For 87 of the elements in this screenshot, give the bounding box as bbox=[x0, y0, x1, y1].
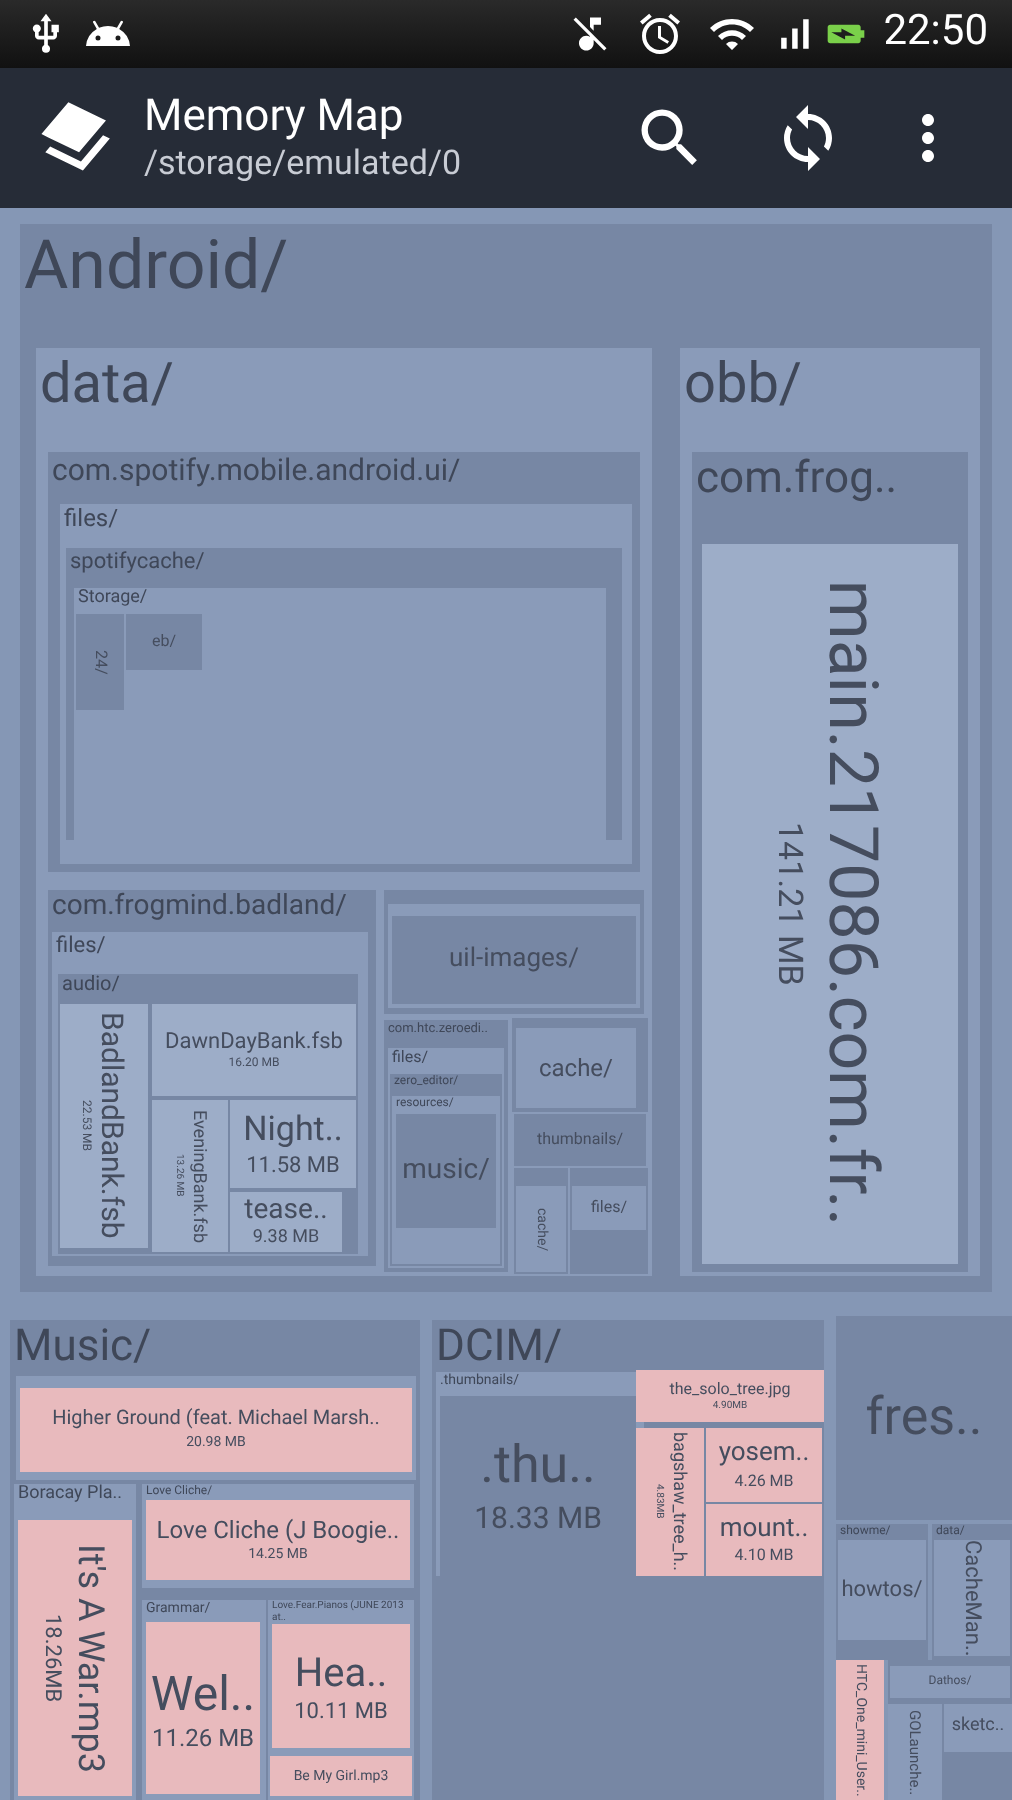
file-size: 9.38 MB bbox=[252, 1228, 320, 1251]
folder-label: .thu.. bbox=[480, 1434, 596, 1500]
file-name: Love Cliche (J Boogie.. bbox=[156, 1516, 400, 1547]
file-name: BadlandBank.fsb bbox=[92, 1012, 131, 1240]
alarm-icon bbox=[635, 10, 684, 58]
folder-tile[interactable]: files/ bbox=[572, 1186, 646, 1230]
folder-label: DCIM/ bbox=[436, 1320, 563, 1373]
folder-label: eb/ bbox=[151, 632, 177, 652]
folder-tile[interactable]: 24/ bbox=[76, 614, 124, 710]
folder-label: files/ bbox=[64, 504, 119, 534]
folder-tile[interactable]: music/ bbox=[396, 1114, 496, 1228]
folder-tile[interactable]: CacheMan.. bbox=[934, 1540, 1010, 1656]
folder-label: files/ bbox=[590, 1198, 628, 1218]
file-tile[interactable]: mount.. 4.10 MB bbox=[706, 1504, 822, 1576]
folder-label: files/ bbox=[56, 932, 106, 960]
folder-tile[interactable]: cache/ bbox=[516, 1028, 636, 1108]
folder-tile[interactable]: com.spotify.mobile.android.ui/ files/ spotifycache/ Storage/ 24/ eb/ bbox=[48, 452, 640, 872]
file-tile[interactable]: Hea.. 10.11 MB bbox=[272, 1624, 410, 1748]
folder-tile[interactable]: eb/ bbox=[126, 614, 202, 670]
file-name: Night.. bbox=[243, 1109, 343, 1152]
file-tile[interactable]: tease.. 9.38 MB bbox=[230, 1192, 342, 1252]
file-size: 141.21 MB bbox=[766, 822, 809, 986]
folder-tile[interactable] bbox=[20, 224, 992, 1292]
folder-label: spotifycache/ bbox=[70, 548, 205, 576]
folder-label: data/ bbox=[40, 348, 174, 418]
folder-tile[interactable]: com.frog.. main.217086.com.fr.. 141.21 MB bbox=[692, 452, 968, 1272]
folder-tile[interactable] bbox=[36, 348, 652, 1276]
file-name: yosem.. bbox=[718, 1438, 810, 1472]
folder-tile[interactable]: howtos/ bbox=[838, 1540, 926, 1640]
folder-label: cache/ bbox=[538, 1053, 613, 1083]
folder-tile[interactable] bbox=[10, 1320, 420, 1800]
file-name: EveningBank.fsb bbox=[185, 1109, 208, 1243]
file-tile[interactable]: yosem.. 4.26 MB bbox=[706, 1428, 822, 1502]
folder-label: com.frogmind.badland/ bbox=[52, 890, 347, 925]
file-tile[interactable]: Night.. 11.58 MB bbox=[230, 1100, 356, 1188]
file-name: DawnDayBank.fsb bbox=[165, 1028, 343, 1057]
path-subtitle: /storage/emulated/0 bbox=[144, 144, 462, 187]
file-name: It's A War.mp3 bbox=[67, 1543, 112, 1773]
folder-tile[interactable]: .thu.. 18.33 MB bbox=[440, 1396, 636, 1576]
folder-label: fres.. bbox=[865, 1385, 983, 1451]
folder-tile[interactable]: uil-images/ bbox=[388, 904, 640, 1008]
folder-tile[interactable]: uil-images/ bbox=[384, 890, 644, 1014]
file-tile[interactable]: It's A War.mp3 18.26MB bbox=[18, 1520, 132, 1796]
file-size: 11.26 MB bbox=[151, 1723, 255, 1753]
folder-tile[interactable]: uil-images/ bbox=[392, 916, 636, 1004]
file-name: bagshaw_tree_h.. bbox=[665, 1432, 688, 1572]
folder-label: uil-images/ bbox=[449, 943, 579, 977]
file-name: Wel.. bbox=[150, 1663, 256, 1723]
folder-tile[interactable]: obb/ com.frog.. main.217086.com.fr.. 141.21 MB bbox=[680, 348, 980, 1276]
folder-tile[interactable]: cache/ bbox=[512, 1018, 648, 1112]
clock: 22:50 bbox=[883, 6, 988, 61]
file-name: Hea.. bbox=[294, 1647, 388, 1698]
folder-tile[interactable]: files/ spotifycache/ Storage/ 24/ eb/ bbox=[60, 504, 632, 864]
file-tile[interactable]: Wel.. 11.26 MB bbox=[146, 1622, 260, 1794]
file-name: main.217086.com.fr.. bbox=[809, 580, 894, 1228]
folder-label: Boracay Pla.. bbox=[18, 1484, 123, 1507]
folder-label: audio/ bbox=[62, 974, 120, 999]
file-name: the_solo_tree.jpg bbox=[669, 1379, 791, 1400]
file-size: 10.11 MB bbox=[294, 1697, 388, 1725]
folder-label: Music/ bbox=[14, 1320, 152, 1375]
file-size: 4.10 MB bbox=[734, 1546, 794, 1567]
folder-label: music/ bbox=[402, 1153, 490, 1189]
file-size: 4.26 MB bbox=[734, 1471, 794, 1492]
file-name: mount.. bbox=[719, 1513, 809, 1547]
folder-tile[interactable]: fres.. bbox=[836, 1316, 1012, 1520]
file-tile[interactable]: main.217086.com.fr.. 141.21 MB bbox=[702, 544, 958, 1264]
file-name: tease.. bbox=[244, 1193, 328, 1229]
folder-label: thumbnails/ bbox=[536, 1130, 624, 1150]
folder-tile[interactable]: thumbnails/ bbox=[514, 1114, 646, 1166]
folder-label: obb/ bbox=[684, 348, 802, 418]
folder-tile[interactable]: sketc.. bbox=[944, 1704, 1012, 1752]
app-title: Memory Map bbox=[144, 89, 406, 145]
folder-label: 24/ bbox=[90, 649, 110, 675]
folder-tile[interactable]: Boracay Pla.. It's A War.mp3 18.26MB bbox=[14, 1484, 136, 1800]
folder-label: CacheMan.. bbox=[958, 1539, 986, 1657]
folder-label: com.spotify.mobile.android.ui/ bbox=[52, 452, 461, 490]
folder-tile[interactable]: files/ bbox=[570, 1168, 648, 1274]
file-size: 18.26MB bbox=[38, 1613, 67, 1703]
folder-label: com.frog.. bbox=[696, 452, 898, 507]
folder-label: Android/ bbox=[24, 224, 289, 309]
folder-label: sketc.. bbox=[951, 1716, 1005, 1740]
folder-label: files/ bbox=[392, 1048, 429, 1068]
file-name: Higher Ground (feat. Michael Marsh.. bbox=[52, 1408, 380, 1434]
file-size: 11.58 MB bbox=[246, 1151, 340, 1179]
file-size: 18.33 MB bbox=[474, 1499, 602, 1538]
folder-label: Storage/ bbox=[78, 588, 148, 611]
folder-label: howtos/ bbox=[841, 1576, 923, 1604]
